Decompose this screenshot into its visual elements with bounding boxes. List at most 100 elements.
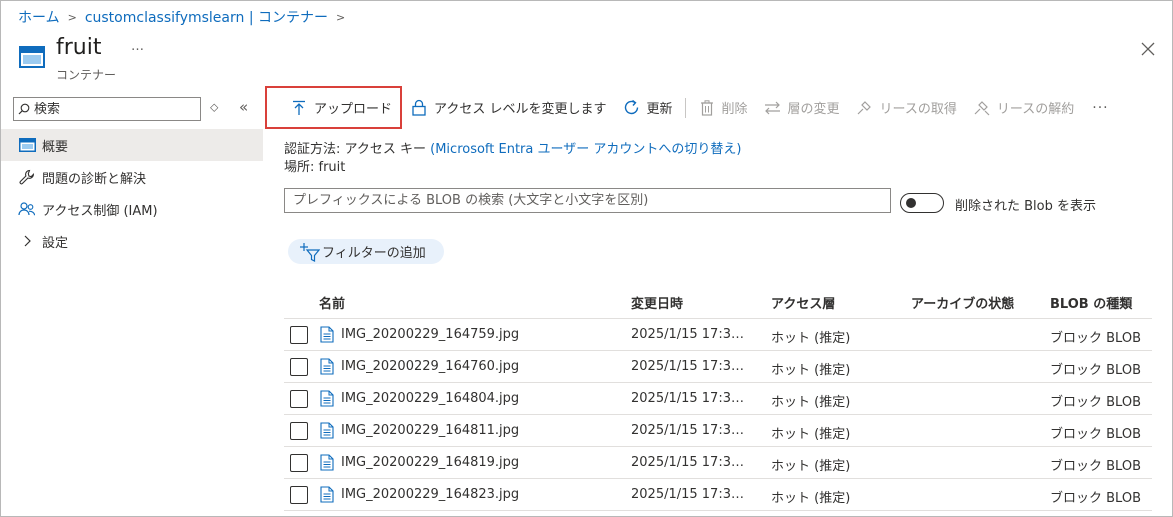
breadcrumb: ホーム > customclassifymslearn | コンテナー > — [18, 7, 353, 27]
breadcrumb-home[interactable]: ホーム — [18, 7, 60, 27]
acquire-lease-button[interactable]: リースの取得 — [848, 86, 965, 129]
container-icon — [19, 46, 45, 68]
blob-modified: 2025/1/15 17:3… — [631, 455, 744, 470]
show-deleted-toggle[interactable] — [900, 193, 944, 213]
blob-name[interactable]: IMG_20200229_164811.jpg — [341, 423, 519, 438]
close-icon[interactable] — [1138, 39, 1158, 59]
acquire-lease-label: リースの取得 — [879, 102, 957, 117]
file-icon — [320, 454, 334, 471]
column-header-tier[interactable]: アクセス層 — [771, 293, 835, 312]
row-checkbox[interactable] — [290, 326, 308, 344]
collapse-sidebar-icon[interactable]: « — [239, 98, 248, 116]
column-header-blob-type[interactable]: BLOB の種類 — [1050, 293, 1132, 312]
show-deleted-label: 削除された Blob を表示 — [955, 199, 1097, 214]
blob-type: ブロック BLOB — [1050, 427, 1141, 442]
refresh-button[interactable]: 更新 — [615, 86, 681, 129]
column-header-modified[interactable]: 変更日時 — [631, 293, 683, 312]
file-icon — [320, 422, 334, 439]
table-row[interactable]: IMG_20200229_164811.jpg 2025/1/15 17:3… ホッ… — [284, 415, 1152, 447]
delete-label: 削除 — [721, 102, 748, 117]
file-icon — [320, 486, 334, 503]
blob-type: ブロック BLOB — [1050, 395, 1141, 410]
blob-name[interactable]: IMG_20200229_164804.jpg — [341, 391, 519, 406]
table-row[interactable]: IMG_20200229_164759.jpg 2025/1/15 17:3… ホッ… — [284, 319, 1152, 351]
add-filter-icon — [300, 242, 320, 262]
sidebar-item-diagnose[interactable]: 問題の診断と解決 — [1, 161, 263, 193]
more-commands-icon[interactable]: ··· — [1082, 100, 1118, 116]
file-icon — [320, 326, 334, 343]
column-header-archive[interactable]: アーカイブの状態 — [911, 293, 1014, 312]
sidebar-item-label: 設定 — [42, 235, 69, 251]
sidebar-item-label: アクセス制御 (IAM) — [42, 203, 158, 219]
change-access-level-button[interactable]: アクセス レベルを変更します — [402, 86, 614, 129]
blob-name[interactable]: IMG_20200229_164819.jpg — [341, 455, 519, 470]
blob-type: ブロック BLOB — [1050, 363, 1141, 378]
location-text: 場所: fruit — [284, 160, 346, 175]
blob-table: 名前 変更日時 アクセス層 アーカイブの状態 BLOB の種類 IMG_2020… — [284, 285, 1152, 511]
change-access-label: アクセス レベルを変更します — [434, 102, 607, 117]
break-lease-button[interactable]: リースの解約 — [965, 86, 1082, 129]
blob-name[interactable]: IMG_20200229_164760.jpg — [341, 359, 519, 374]
blob-name[interactable]: IMG_20200229_164759.jpg — [341, 327, 519, 342]
more-options-icon[interactable]: … — [131, 39, 145, 54]
container-blade: ホーム > customclassifymslearn | コンテナー > fr… — [0, 0, 1173, 517]
sidebar-search[interactable] — [13, 97, 201, 121]
row-checkbox[interactable] — [290, 390, 308, 408]
upload-label: アップロード — [314, 102, 393, 117]
row-checkbox[interactable] — [290, 358, 308, 376]
page-subtitle: コンテナー — [56, 68, 117, 82]
table-body: IMG_20200229_164759.jpg 2025/1/15 17:3… ホッ… — [284, 319, 1152, 511]
sidebar-item-label: 概要 — [42, 139, 69, 155]
sort-updown-icon[interactable]: ⬦ — [210, 100, 218, 115]
table-row[interactable]: IMG_20200229_164819.jpg 2025/1/15 17:3… ホッ… — [284, 447, 1152, 479]
break-lease-label: リースの解約 — [996, 102, 1075, 117]
break-lease-icon — [973, 99, 991, 117]
blob-modified: 2025/1/15 17:3… — [631, 423, 744, 438]
blob-name[interactable]: IMG_20200229_164823.jpg — [341, 487, 519, 502]
lock-icon — [410, 99, 428, 117]
blob-modified: 2025/1/15 17:3… — [631, 487, 744, 502]
sidebar-item-overview[interactable]: 概要 — [1, 129, 263, 161]
blob-prefix-search-input[interactable] — [284, 188, 891, 213]
table-row[interactable]: IMG_20200229_164760.jpg 2025/1/15 17:3… ホッ… — [284, 351, 1152, 383]
sidebar-item-settings[interactable]: 設定 — [1, 225, 263, 257]
upload-icon — [290, 99, 308, 117]
upload-button[interactable]: アップロード — [265, 86, 403, 129]
sidebar-search-input[interactable] — [34, 101, 194, 117]
wrench-icon — [18, 168, 36, 186]
toggle-knob — [906, 198, 916, 208]
table-header: 名前 変更日時 アクセス層 アーカイブの状態 BLOB の種類 — [284, 285, 1152, 319]
sidebar-item-label: 問題の診断と解決 — [42, 171, 147, 187]
file-icon — [320, 358, 334, 375]
blob-access-tier: ホット (推定) — [771, 491, 851, 506]
trash-icon — [698, 99, 716, 117]
change-tier-button[interactable]: 層の変更 — [756, 86, 848, 129]
add-filter-button[interactable]: フィルターの追加 — [288, 239, 444, 264]
breadcrumb-storage-account[interactable]: customclassifymslearn | コンテナー — [85, 7, 328, 27]
row-checkbox[interactable] — [290, 422, 308, 440]
sidebar-nav: 概要 問題の診断と解決 アクセス制御 (IAM) 設定 — [1, 129, 263, 257]
refresh-label: 更新 — [646, 102, 673, 117]
auth-method-label: 認証方法: アクセス キー — [284, 142, 426, 157]
delete-button[interactable]: 削除 — [690, 86, 756, 129]
blob-modified: 2025/1/15 17:3… — [631, 327, 744, 342]
blob-modified: 2025/1/15 17:3… — [631, 391, 744, 406]
row-checkbox[interactable] — [290, 454, 308, 472]
people-icon — [18, 200, 36, 218]
change-tier-label: 層の変更 — [787, 102, 840, 117]
chevron-right-icon: > — [67, 10, 77, 24]
add-filter-label: フィルターの追加 — [322, 246, 426, 261]
table-row[interactable]: IMG_20200229_164823.jpg 2025/1/15 17:3… ホッ… — [284, 479, 1152, 511]
table-row[interactable]: IMG_20200229_164804.jpg 2025/1/15 17:3… ホッ… — [284, 383, 1152, 415]
blob-access-tier: ホット (推定) — [771, 331, 851, 346]
search-icon — [18, 103, 30, 115]
blob-access-tier: ホット (推定) — [771, 427, 851, 442]
blob-access-tier: ホット (推定) — [771, 363, 851, 378]
blob-access-tier: ホット (推定) — [771, 395, 851, 410]
row-checkbox[interactable] — [290, 486, 308, 504]
column-header-name[interactable]: 名前 — [319, 293, 345, 312]
switch-to-entra-link[interactable]: (Microsoft Entra ユーザー アカウントへの切り替え) — [430, 142, 741, 157]
blob-type: ブロック BLOB — [1050, 331, 1141, 346]
sidebar-item-iam[interactable]: アクセス制御 (IAM) — [1, 193, 263, 225]
swap-arrows-icon — [764, 99, 782, 117]
